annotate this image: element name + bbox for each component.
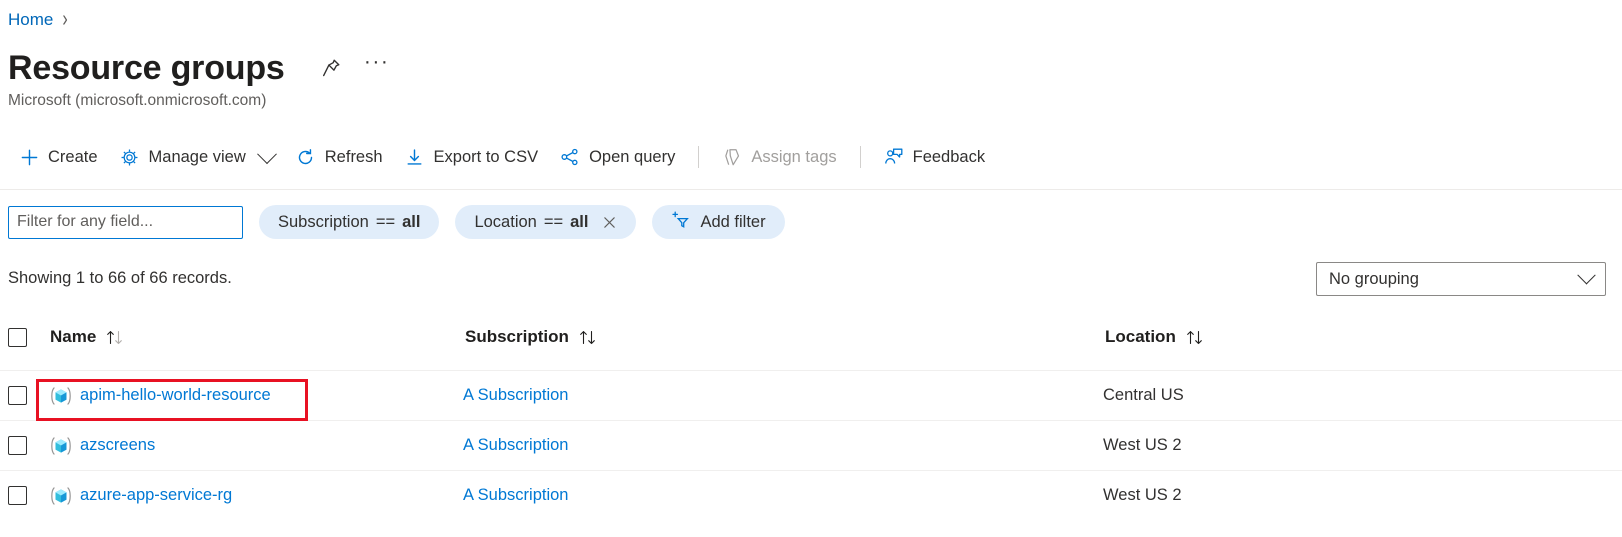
table-row[interactable]: azure-app-service-rg A Subscription West…	[0, 470, 1622, 520]
row-checkbox[interactable]	[8, 386, 27, 405]
column-location-label: Location	[1105, 327, 1176, 346]
row-subscription-link[interactable]: A Subscription	[463, 486, 568, 505]
filter-pill-subscription-operator: ==	[375, 212, 396, 231]
column-subscription: Subscription	[463, 324, 1103, 350]
close-icon[interactable]	[601, 214, 617, 230]
row-checkbox[interactable]	[8, 436, 27, 455]
create-label: Create	[48, 147, 98, 166]
column-name-label: Name	[50, 327, 97, 346]
grouping-dropdown[interactable]: No grouping	[1316, 262, 1606, 296]
filter-pill-subscription-field: Subscription	[278, 212, 369, 231]
chevron-down-icon	[256, 144, 277, 165]
open-query-label: Open query	[589, 147, 676, 166]
select-all-checkbox[interactable]	[8, 327, 27, 347]
pin-icon[interactable]	[313, 50, 349, 86]
row-subscription-link[interactable]: A Subscription	[463, 386, 568, 405]
resource-groups-table: Name Subscription Location apim-hello-wo…	[0, 318, 1622, 520]
gear-icon	[120, 147, 140, 167]
breadcrumb: Home ›	[8, 6, 68, 32]
row-subscription-link[interactable]: A Subscription	[463, 436, 568, 455]
create-button[interactable]: Create	[8, 141, 109, 173]
add-filter-icon	[671, 210, 691, 235]
filter-pill-location[interactable]: Location == all	[455, 205, 637, 239]
filter-pill-subscription-value: all	[402, 212, 421, 231]
filter-pill-location-value: all	[570, 212, 589, 231]
resource-groups-page: Home › Resource groups ··· Microsoft (mi…	[0, 0, 1622, 537]
assign-tags-button[interactable]: Assign tags	[711, 141, 847, 173]
assign-tags-label: Assign tags	[751, 147, 837, 166]
row-name-cell: azscreens	[8, 435, 463, 457]
filter-pill-location-field: Location	[474, 212, 537, 231]
row-name-link[interactable]: azscreens	[80, 436, 155, 455]
row-name-cell: apim-hello-world-resource	[8, 385, 463, 407]
filter-bar: Subscription == all Location == all Add …	[8, 205, 785, 239]
command-bar: Create Manage view Refresh Export to CSV…	[8, 136, 996, 178]
export-to-csv-label: Export to CSV	[433, 147, 539, 166]
filter-pill-location-operator: ==	[543, 212, 564, 231]
page-title: Resource groups	[8, 49, 285, 87]
feedback-label: Feedback	[912, 147, 986, 166]
column-location-sort[interactable]: Location	[1103, 324, 1208, 350]
manage-view-label: Manage view	[148, 147, 246, 166]
download-icon	[405, 147, 425, 167]
chevron-down-icon	[1577, 265, 1596, 284]
row-checkbox[interactable]	[8, 486, 27, 505]
command-separator-1	[698, 146, 700, 168]
add-filter-button[interactable]: Add filter	[652, 205, 785, 239]
column-name-sort[interactable]: Name	[27, 324, 128, 350]
search-input[interactable]	[8, 205, 243, 239]
column-subscription-sort[interactable]: Subscription	[463, 324, 601, 350]
column-subscription-label: Subscription	[465, 327, 569, 346]
resource-group-icon	[50, 485, 72, 507]
records-count-text: Showing 1 to 66 of 66 records.	[8, 269, 232, 287]
column-location: Location	[1103, 324, 1622, 350]
resource-group-icon	[50, 385, 72, 407]
breadcrumb-home-link[interactable]: Home	[8, 10, 53, 30]
row-subscription-cell: A Subscription	[463, 436, 1103, 455]
row-name-link[interactable]: azure-app-service-rg	[80, 486, 232, 505]
table-body: apim-hello-world-resource A Subscription…	[0, 356, 1622, 520]
open-query-button[interactable]: Open query	[549, 141, 686, 173]
resource-group-icon	[50, 435, 72, 457]
sort-arrows-icon	[578, 329, 599, 346]
manage-view-button[interactable]: Manage view	[109, 141, 285, 173]
plus-icon	[19, 147, 39, 167]
sort-arrows-icon	[105, 329, 126, 346]
tag-icon	[722, 147, 742, 167]
page-subtitle: Microsoft (microsoft.onmicrosoft.com)	[8, 92, 267, 109]
grouping-value: No grouping	[1329, 269, 1419, 288]
feedback-icon	[884, 147, 904, 167]
table-row[interactable]: azscreens A Subscription West US 2	[0, 420, 1622, 470]
row-location-text: West US 2	[1103, 436, 1182, 454]
refresh-label: Refresh	[324, 147, 383, 166]
feedback-button[interactable]: Feedback	[873, 141, 996, 173]
row-subscription-cell: A Subscription	[463, 486, 1103, 505]
refresh-button[interactable]: Refresh	[285, 141, 394, 173]
filter-pill-subscription[interactable]: Subscription == all	[259, 205, 440, 239]
row-location-cell: West US 2	[1103, 486, 1622, 505]
sort-arrows-icon	[1185, 329, 1206, 346]
table-row[interactable]: apim-hello-world-resource A Subscription…	[0, 370, 1622, 420]
open-query-icon	[560, 147, 580, 167]
row-subscription-cell: A Subscription	[463, 386, 1103, 405]
table-header-row: Name Subscription Location	[0, 318, 1622, 356]
row-name-cell: azure-app-service-rg	[8, 485, 463, 507]
row-location-text: Central US	[1103, 386, 1184, 404]
add-filter-label: Add filter	[700, 212, 766, 231]
row-location-text: West US 2	[1103, 486, 1182, 504]
command-bar-divider	[0, 189, 1622, 190]
column-name: Name	[8, 324, 463, 350]
command-separator-2	[859, 146, 861, 168]
export-to-csv-button[interactable]: Export to CSV	[394, 141, 550, 173]
row-location-cell: Central US	[1103, 386, 1622, 405]
row-location-cell: West US 2	[1103, 436, 1622, 455]
table-row[interactable]	[0, 356, 1622, 370]
refresh-icon	[296, 147, 316, 167]
breadcrumb-separator-icon: ›	[62, 6, 68, 32]
ellipsis-icon[interactable]: ···	[359, 44, 395, 92]
title-row: Resource groups ···	[8, 45, 395, 91]
row-name-link[interactable]: apim-hello-world-resource	[80, 386, 271, 405]
